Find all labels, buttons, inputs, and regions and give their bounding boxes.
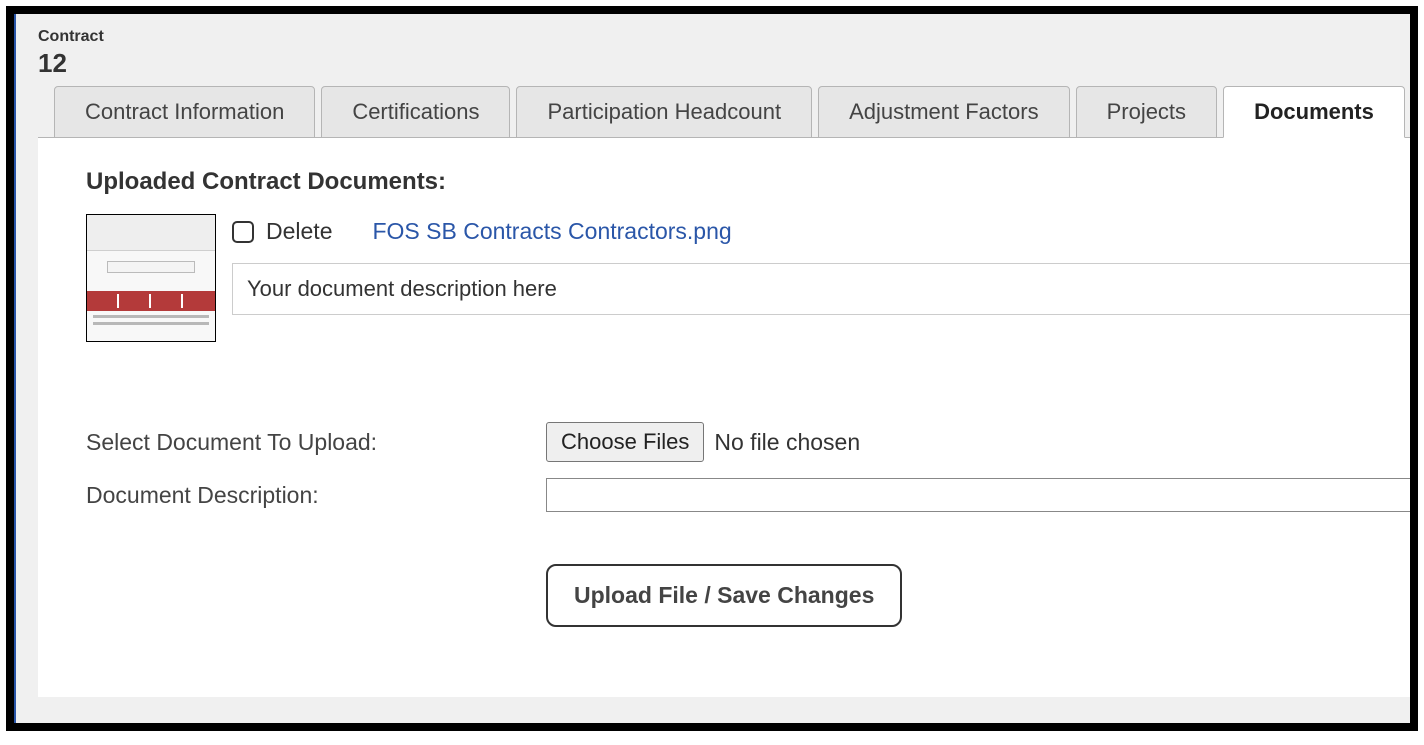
- select-document-label: Select Document To Upload:: [86, 429, 546, 456]
- section-title: Uploaded Contract Documents:: [86, 168, 1410, 196]
- document-description-input[interactable]: [546, 478, 1410, 512]
- upload-section: Select Document To Upload: Choose Files …: [86, 422, 1410, 627]
- document-thumbnail[interactable]: [86, 214, 216, 342]
- delete-label: Delete: [266, 218, 332, 245]
- delete-checkbox[interactable]: [232, 221, 254, 243]
- page-header: Contract 12: [14, 14, 1410, 85]
- document-meta: Delete FOS SB Contracts Contractors.png …: [232, 214, 1410, 315]
- tab-documents[interactable]: Documents: [1223, 86, 1405, 138]
- tab-projects[interactable]: Projects: [1076, 86, 1217, 138]
- row-select-document: Select Document To Upload: Choose Files …: [86, 422, 1410, 462]
- document-filename-link[interactable]: FOS SB Contracts Contractors.png: [372, 218, 731, 245]
- document-description-box[interactable]: Your document description here: [232, 263, 1410, 315]
- no-file-chosen-text: No file chosen: [714, 429, 860, 456]
- tabs-row: Contract Information Certifications Part…: [14, 85, 1410, 137]
- document-row: Delete FOS SB Contracts Contractors.png …: [86, 214, 1410, 342]
- row-document-description: Document Description:: [86, 478, 1410, 512]
- contract-number: 12: [38, 48, 1410, 79]
- file-chooser: Choose Files No file chosen: [546, 422, 860, 462]
- document-description-label: Document Description:: [86, 482, 546, 509]
- tab-adjustment-factors[interactable]: Adjustment Factors: [818, 86, 1070, 138]
- choose-files-button[interactable]: Choose Files: [546, 422, 704, 462]
- document-top-line: Delete FOS SB Contracts Contractors.png: [232, 218, 1410, 245]
- upload-save-button[interactable]: Upload File / Save Changes: [546, 564, 902, 627]
- tab-certifications[interactable]: Certifications: [321, 86, 510, 138]
- row-submit: Upload File / Save Changes: [86, 528, 1410, 627]
- tab-content-documents: Uploaded Contract Documents: Delete FOS …: [38, 137, 1410, 697]
- left-accent-bar: [14, 14, 16, 723]
- tab-participation-headcount[interactable]: Participation Headcount: [516, 86, 812, 138]
- app-frame: Contract 12 Contract Information Certifi…: [6, 6, 1418, 731]
- header-label: Contract: [38, 28, 1410, 46]
- tab-contract-information[interactable]: Contract Information: [54, 86, 315, 138]
